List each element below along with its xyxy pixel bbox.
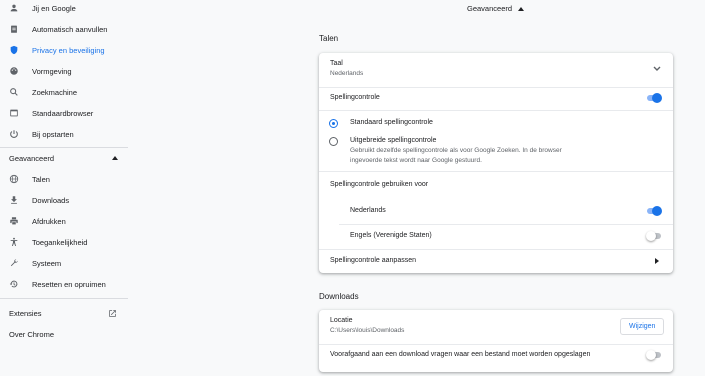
sidebar-about-chrome-link[interactable]: Over Chrome (9, 329, 121, 339)
browser-icon (9, 108, 19, 118)
search-icon (9, 87, 19, 97)
sidebar-divider (0, 298, 128, 299)
sidebar-item-appearance[interactable]: Vormgeving (0, 61, 135, 81)
sidebar-item-downloads[interactable]: Downloads (0, 190, 135, 210)
sidebar-item-label: Privacy en beveiliging (32, 45, 105, 55)
sidebar-item-default-browser[interactable]: Standaardbrowser (0, 103, 135, 123)
history-icon (9, 279, 19, 289)
row-divider (319, 110, 673, 111)
sidebar-item-label: Jij en Google (32, 3, 76, 13)
sidebar-item-label: Downloads (32, 195, 70, 205)
person-icon (9, 3, 19, 13)
downloads-card: Locatie C:\Users\louis\Downloads Wijzige… (319, 310, 673, 372)
spellcheck-language-row: Engels (Verenigde Staten) (319, 225, 673, 249)
sidebar-item-privacy[interactable]: Privacy en beveiliging (0, 40, 135, 60)
open-in-new-icon (108, 309, 117, 318)
sidebar-item-label: Bij opstarten (32, 129, 74, 139)
spellcheck-label: Spellingcontrole (330, 94, 380, 101)
location-value: C:\Users\louis\Downloads (330, 327, 405, 334)
sidebar-item-autofill[interactable]: Automatisch aanvullen (0, 19, 135, 39)
enhanced-spellcheck-description: ingevoerde tekst wordt naar Google gestu… (350, 157, 482, 164)
sidebar-about-label: Over Chrome (9, 329, 55, 339)
sidebar-item-label: Zoekmachine (32, 87, 78, 97)
language-row[interactable]: Taal Nederlands (319, 53, 673, 87)
change-location-button[interactable]: Wijzigen (620, 318, 665, 335)
spellcheck-english-toggle[interactable] (646, 231, 662, 241)
standard-spellcheck-option[interactable]: Standaard spellingcontrole (319, 113, 673, 133)
ask-where-to-save-label: Voorafgaand aan een download vragen waar… (330, 351, 591, 358)
spellcheck-toggle[interactable] (646, 93, 662, 103)
spellcheck-dutch-toggle[interactable] (646, 206, 662, 216)
sidebar-advanced-label: Geavanceerd (9, 153, 55, 163)
sidebar-item-label: Automatisch aanvullen (32, 24, 108, 34)
accessibility-icon (9, 237, 19, 247)
clipboard-icon (9, 24, 19, 34)
printer-icon (9, 216, 19, 226)
chevron-right-icon (655, 258, 659, 264)
downloads-section-title: Downloads (319, 292, 359, 301)
spellcheck-language-label: Engels (Verenigde Staten) (350, 232, 432, 239)
power-icon (9, 129, 19, 139)
spellcheck-language-row: Nederlands (319, 199, 673, 223)
globe-icon (9, 174, 19, 184)
download-location-row: Locatie C:\Users\louis\Downloads Wijzige… (319, 310, 673, 344)
use-spellcheck-for-header: Spellingcontrole gebruiken voor (319, 172, 673, 199)
sidebar-item-printing[interactable]: Afdrukken (0, 211, 135, 231)
sidebar-divider (0, 147, 128, 148)
standard-spellcheck-radio[interactable] (329, 119, 338, 128)
advanced-section-toggle[interactable]: Geavanceerd (467, 4, 525, 13)
wrench-icon (9, 258, 19, 268)
sidebar-item-label: Toegankelijkheid (32, 237, 88, 247)
languages-section-title: Talen (319, 34, 339, 43)
language-label: Taal (330, 60, 343, 67)
sidebar-extensions-link[interactable]: Extensies (9, 308, 121, 318)
ask-where-to-save-toggle[interactable] (646, 350, 662, 360)
shield-icon (9, 45, 19, 55)
sidebar-item-label: Standaardbrowser (32, 108, 94, 118)
use-spellcheck-for-label: Spellingcontrole gebruiken voor (330, 181, 429, 188)
sidebar-item-languages[interactable]: Talen (0, 169, 135, 189)
spellcheck-row: Spellingcontrole (319, 88, 673, 109)
palette-icon (9, 66, 19, 76)
ask-where-to-save-row: Voorafgaand aan een download vragen waar… (319, 345, 673, 367)
languages-card: Taal Nederlands Spellingcontrole Standaa… (319, 53, 673, 273)
sidebar-item-you-and-google[interactable]: Jij en Google (0, 0, 135, 18)
chevron-up-icon (112, 156, 118, 160)
sidebar-item-label: Vormgeving (32, 66, 72, 76)
location-label: Locatie (330, 317, 353, 324)
download-icon (9, 195, 19, 205)
sidebar-item-system[interactable]: Systeem (0, 253, 135, 273)
advanced-header-label: Geavanceerd (467, 4, 513, 13)
sidebar-extensions-label: Extensies (9, 308, 42, 318)
sidebar-item-on-startup[interactable]: Bij opstarten (0, 124, 135, 144)
sidebar-item-accessibility[interactable]: Toegankelijkheid (0, 232, 135, 252)
enhanced-spellcheck-label: Uitgebreide spellingcontrole (350, 137, 437, 144)
sidebar-item-label: Systeem (32, 258, 62, 268)
spellcheck-language-label: Nederlands (350, 207, 386, 214)
sidebar: Jij en Google Automatisch aanvullen Priv… (0, 0, 135, 376)
sidebar-item-label: Resetten en opruimen (32, 279, 106, 289)
chevron-up-icon (518, 6, 525, 11)
enhanced-spellcheck-option[interactable]: Uitgebreide spellingcontrole Gebruikt de… (319, 133, 673, 169)
chevron-down-icon[interactable] (653, 66, 661, 72)
sidebar-item-reset[interactable]: Resetten en opruimen (0, 274, 135, 294)
sidebar-advanced-toggle[interactable]: Geavanceerd (9, 153, 119, 163)
sidebar-item-search-engine[interactable]: Zoekmachine (0, 82, 135, 102)
standard-spellcheck-label: Standaard spellingcontrole (350, 119, 433, 126)
enhanced-spellcheck-radio[interactable] (329, 137, 338, 146)
customize-spellcheck-label: Spellingcontrole aanpassen (330, 257, 417, 264)
language-value: Nederlands (330, 70, 364, 77)
enhanced-spellcheck-description: Gebruikt dezelfde spellingcontrole als v… (350, 147, 562, 154)
sidebar-item-label: Talen (32, 174, 50, 184)
customize-spellcheck-row[interactable]: Spellingcontrole aanpassen (319, 250, 673, 273)
sidebar-item-label: Afdrukken (32, 216, 66, 226)
